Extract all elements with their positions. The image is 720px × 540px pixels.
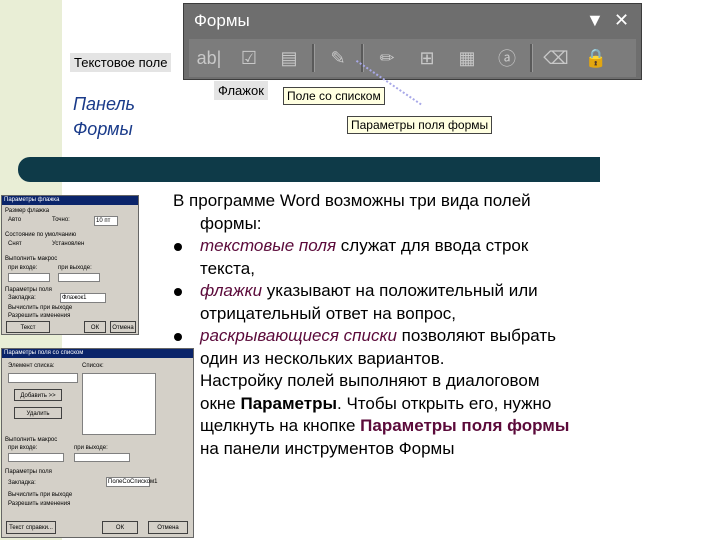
reset-fields-icon[interactable]: ⌫ xyxy=(536,41,576,75)
toolbar-separator xyxy=(312,44,315,72)
items-listbox[interactable] xyxy=(82,373,156,435)
field-shading-icon[interactable]: ⓐ xyxy=(487,41,527,75)
intro-line-2: формы: xyxy=(200,213,262,233)
radio-unchecked[interactable]: Снят xyxy=(8,241,22,247)
intro-line-1: В программе Word возможны три вида полей xyxy=(173,191,531,210)
list-item-continuation: один из нескольких вариантов. xyxy=(200,348,445,368)
bookmark-input[interactable]: ПолеСоСписком1 xyxy=(106,477,157,487)
outro-line-2: окне Параметры. Чтобы открыть его, нужно xyxy=(200,393,552,413)
enabled-checkbox[interactable]: Разрешить изменения xyxy=(8,313,70,319)
cancel-button[interactable]: Отмена xyxy=(148,521,188,534)
dialog-title: Параметры поля со списком xyxy=(2,349,193,358)
help-text-button[interactable]: Текст справки... xyxy=(6,321,50,333)
macro-enter-select[interactable] xyxy=(8,453,64,462)
tooltip-field-options: Параметры поля формы xyxy=(347,116,493,134)
help-text-button[interactable]: Текст справки... xyxy=(6,521,56,534)
combo-box-icon[interactable]: ▤ xyxy=(269,41,309,75)
group-label: Параметры поля xyxy=(5,287,52,293)
insert-frame-icon[interactable]: ▦ xyxy=(447,41,487,75)
group-label: Выполнить макрос xyxy=(5,437,58,443)
macro-exit-select[interactable] xyxy=(74,453,130,462)
group-label: Выполнить макрос xyxy=(5,256,58,262)
macro-exit-select[interactable] xyxy=(58,273,100,282)
field-options-icon[interactable]: ✎ xyxy=(318,41,358,75)
macro-exit-label: при выходе: xyxy=(74,445,108,451)
ok-button[interactable]: ОК xyxy=(84,321,106,333)
toolbar-title[interactable]: Формы xyxy=(184,4,641,38)
item-label: Элемент списка: xyxy=(8,363,55,369)
enabled-checkbox[interactable]: Разрешить изменения xyxy=(8,501,70,507)
slide-side-title: Панель Формы xyxy=(73,92,135,142)
cancel-button[interactable]: Отмена xyxy=(110,321,136,333)
size-input[interactable]: 10 пт xyxy=(94,216,118,226)
text-field-icon[interactable]: ab| xyxy=(189,41,229,75)
tooltip-combo-box: Поле со списком xyxy=(283,87,385,105)
tooltip-text-field: Текстовое поле xyxy=(70,53,172,72)
macro-enter-label: при входе: xyxy=(8,265,38,271)
add-item-button[interactable]: Добавить >> xyxy=(14,389,62,401)
toolbar-separator xyxy=(361,44,364,72)
list-item: раскрывающиеся списки позволяют выбрать xyxy=(173,325,643,348)
field-types-list: текстовые поля служат для ввода строк те… xyxy=(173,235,643,370)
macro-enter-label: при входе: xyxy=(8,445,38,451)
group-label: Состояние по умолчанию xyxy=(5,232,77,238)
chevron-down-icon[interactable]: ▼ xyxy=(586,10,604,30)
tooltip-checkbox: Флажок xyxy=(214,81,268,100)
macro-enter-select[interactable] xyxy=(8,273,50,282)
slide-body-text: В программе Word возможны три вида полей… xyxy=(173,190,643,460)
list-item: флажки указывают на положительный или xyxy=(173,280,643,303)
group-label: Размер флажка xyxy=(5,208,50,214)
ok-button[interactable]: ОК xyxy=(102,521,138,534)
side-title-line-2: Формы xyxy=(73,119,133,139)
list-item: текстовые поля служат для ввода строк xyxy=(173,235,643,258)
protect-form-icon[interactable]: 🔒 xyxy=(576,41,616,75)
decorative-bar xyxy=(18,157,600,182)
outro-line-4: на панели инструментов Формы xyxy=(200,438,455,458)
list-label: Список: xyxy=(82,363,104,369)
item-input[interactable] xyxy=(8,373,78,383)
toolbar-separator xyxy=(530,44,533,72)
forms-toolbar[interactable]: Формы ▼ ✕ ab| ☑ ▤ ✎ ✏ ⊞ ▦ ⓐ ⌫ 🔒 xyxy=(183,3,642,80)
outro-line-1: Настройку полей выполняют в диалоговом xyxy=(200,371,540,390)
calc-on-exit-checkbox[interactable]: Вычислить при выходе xyxy=(8,492,72,498)
macro-exit-label: при выходе: xyxy=(58,265,92,271)
bookmark-input[interactable]: Флажок1 xyxy=(60,293,106,303)
radio-exact[interactable]: Точно: xyxy=(52,217,70,223)
bookmark-label: Закладка: xyxy=(8,480,36,486)
list-item-continuation: текста, xyxy=(200,258,255,278)
radio-checked[interactable]: Установлен xyxy=(52,241,84,247)
group-label: Параметры поля xyxy=(5,469,52,475)
list-item-continuation: отрицательный ответ на вопрос, xyxy=(200,303,457,323)
dropdown-options-dialog: Параметры поля со списком Элемент списка… xyxy=(1,348,194,538)
checkbox-options-dialog: Параметры флажка Размер флажка Авто Точн… xyxy=(1,195,139,335)
side-title-line-1: Панель xyxy=(73,94,135,114)
checkbox-icon[interactable]: ☑ xyxy=(229,41,269,75)
toolbar-buttons-row: ab| ☑ ▤ ✎ ✏ ⊞ ▦ ⓐ ⌫ 🔒 xyxy=(189,39,636,77)
close-icon[interactable]: ✕ xyxy=(614,10,629,30)
remove-item-button[interactable]: Удалить xyxy=(14,407,62,419)
bookmark-label: Закладка: xyxy=(8,295,36,301)
insert-table-icon[interactable]: ⊞ xyxy=(407,41,447,75)
dialog-title: Параметры флажка xyxy=(2,196,138,205)
outro-line-3: щелкнуть на кнопке Параметры поля формы xyxy=(200,416,570,435)
radio-auto[interactable]: Авто xyxy=(8,217,21,223)
calc-on-exit-checkbox[interactable]: Вычислить при выходе xyxy=(8,305,72,311)
